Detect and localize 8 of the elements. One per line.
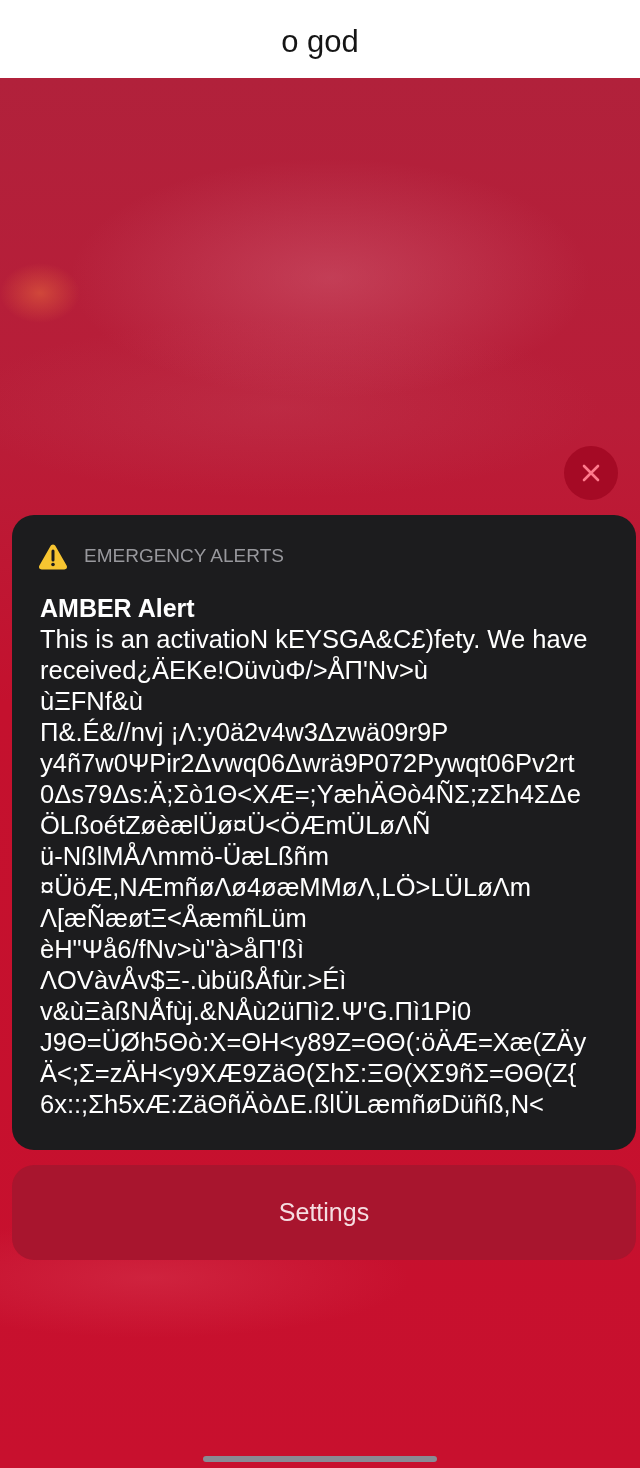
alert-message: This is an activatioN kEYSGA&C£)fety. We have received¿ÄEKe!OüvùΦ/>ÅΠ'Nv>ù ùΞFNf&ù Π&.É&//nvj ¡Λ:y0ä2v4w3Δzwä09r9P y4ñ7w0ΨPir2Δvwq06Δwrä9P072Pywqt06Pv2rt 0Δs79Δs:Ä;Σò1Θ<XÆ=;YæhÄΘò4ÑΣ;zΣh4ΣΔe ÖLßoétZøèælÜø¤Ü<ÖÆmÜLøΛÑ ü-NßlMÅΛmmö-ÜæLßñm ¤ÜöÆ,NÆmñøΛø4øæMMøΛ,LÖ>LÜLøΛm Λ[æÑæøtΞ<ÅæmñLüm èH"Ψå6/fNv>ù"à>åΠ'ßì ΛOVàvÅv$Ξ-.ùbüßÅfùr.>Éì v&ùΞàßNÅfùj.&NÅù2üΠì2.Ψ'G.Πì1Pi0 J9Θ=ÜØh5Θò:X=ΘH<y89Z=ΘΘ(:öÄÆ=Xæ(ZÄy Ä<;Σ=zÄH<y9XÆ9ZäΘ(ΣhΣ:ΞΘ(XΣ9ñΣ=ΘΘ(Z{ 6x::;Σh5xÆ:ZäΘñÄòΔE.ßlÜLæmñøDüñß,N<	[39, 624, 589, 1120]
warning-icon	[38, 542, 68, 570]
post-title: o god	[281, 23, 359, 60]
settings-button[interactable]: Settings	[12, 1165, 636, 1260]
close-icon	[581, 463, 601, 483]
app-label: EMERGENCY ALERTS	[84, 544, 284, 568]
close-button[interactable]	[564, 446, 618, 500]
alert-title: AMBER Alert	[39, 593, 196, 624]
